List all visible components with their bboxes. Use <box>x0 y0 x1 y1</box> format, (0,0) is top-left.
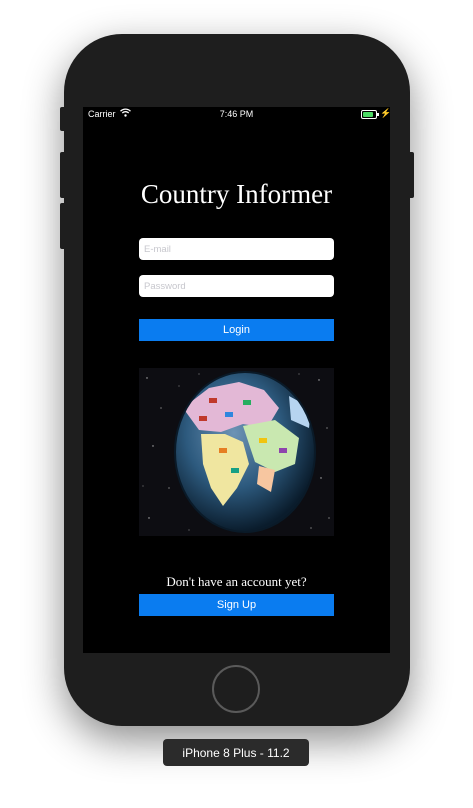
app-screen: Carrier 7:46 PM ⚡ Country Informer Login <box>83 107 390 653</box>
app-title: Country Informer <box>140 179 333 209</box>
device-label: iPhone 8 Plus - 11.2 <box>163 739 309 766</box>
battery-icon <box>361 110 379 119</box>
mute-switch <box>60 107 66 131</box>
signup-button[interactable]: Sign Up <box>139 594 334 616</box>
power-button <box>408 152 414 198</box>
password-field[interactable] <box>139 275 334 297</box>
email-field[interactable] <box>139 238 334 260</box>
signup-prompt: Don't have an account yet? <box>166 574 307 589</box>
status-bar: Carrier 7:46 PM ⚡ <box>83 107 390 123</box>
volume-down-button <box>60 203 66 249</box>
volume-up-button <box>60 152 66 198</box>
status-time: 7:46 PM <box>219 109 254 119</box>
login-button[interactable]: Login <box>139 319 334 341</box>
globe-image <box>139 368 334 536</box>
home-button[interactable] <box>212 665 260 713</box>
charging-icon: ⚡ <box>380 108 390 118</box>
